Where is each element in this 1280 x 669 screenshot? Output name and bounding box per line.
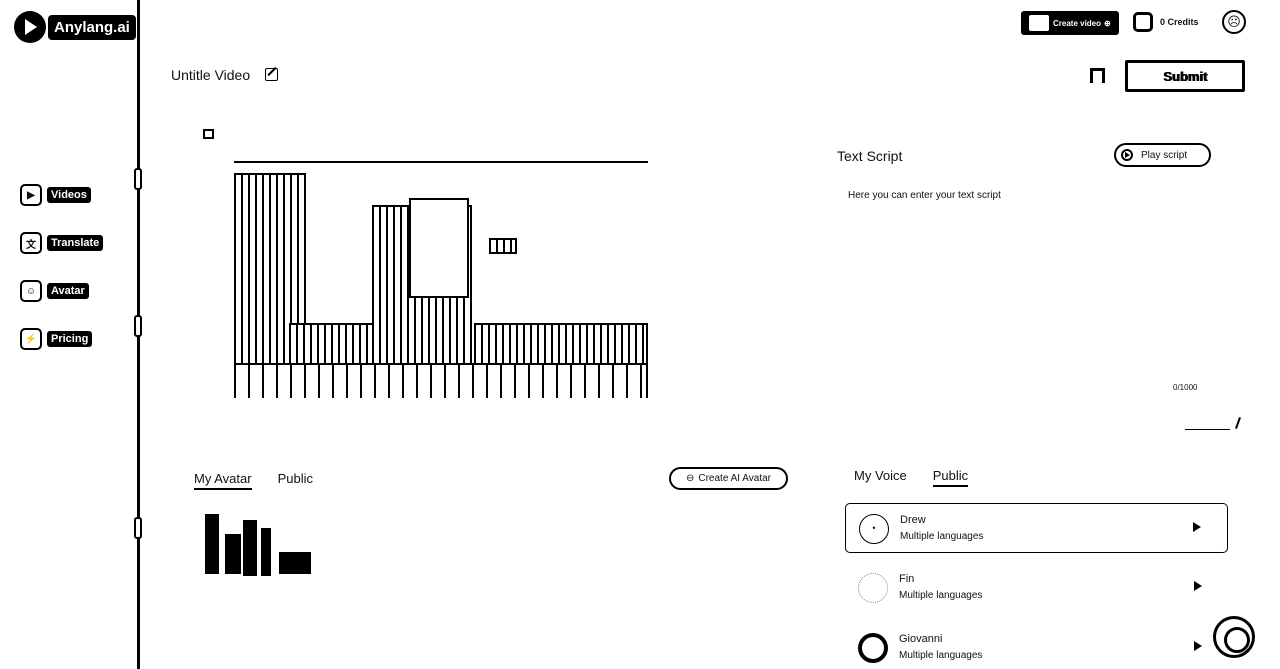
voice-item-drew[interactable]: • Drew Multiple languages (845, 503, 1228, 553)
script-input[interactable] (838, 182, 1246, 432)
tab-public-voice[interactable]: Public (932, 468, 969, 487)
voice-languages: Multiple languages (900, 531, 984, 542)
app-name: Anylang.ai (48, 14, 136, 40)
character-counter: 0/1000 (1173, 383, 1198, 392)
create-ai-avatar-button[interactable]: ⊖ Create AI Avatar (669, 467, 788, 490)
monitor-icon (203, 129, 214, 139)
voice-avatar (858, 573, 888, 603)
play-script-button[interactable]: Play script (1114, 143, 1211, 167)
sidebar-resize-handle[interactable] (134, 168, 142, 190)
voice-item-giovanni[interactable]: Giovanni Multiple languages (845, 623, 1228, 669)
voice-languages: Multiple languages (899, 590, 983, 601)
app-logo[interactable]: Anylang.ai (14, 11, 136, 43)
sidebar-item-label: Videos (47, 187, 91, 203)
play-icon[interactable] (1194, 581, 1202, 591)
voice-tabs: My Voice Public (854, 468, 969, 487)
voice-name: Drew (900, 514, 926, 526)
sidebar-item-pricing[interactable]: ⚡ Pricing (20, 328, 93, 350)
sidebar-item-label: Pricing (47, 331, 93, 347)
sidebar-resize-handle[interactable] (134, 315, 142, 337)
sidebar-item-translate[interactable]: 文 Translate (20, 232, 104, 254)
user-avatar[interactable]: ☹ (1222, 10, 1246, 34)
voice-languages: Multiple languages (899, 650, 983, 661)
play-icon[interactable] (1193, 522, 1201, 532)
voice-avatar: • (859, 514, 889, 544)
avatar-icon: ☺ (20, 280, 42, 302)
save-icon[interactable] (1090, 68, 1105, 83)
logo-icon (14, 11, 46, 43)
voice-name: Giovanni (899, 633, 943, 645)
tab-my-avatar[interactable]: My Avatar (194, 471, 252, 490)
sidebar-item-videos[interactable]: ▶ Videos (20, 184, 91, 206)
sidebar-item-label: Avatar (47, 283, 89, 299)
voice-avatar (858, 633, 888, 663)
sidebar-resize-handle[interactable] (134, 517, 142, 539)
user-plus-icon: ⊖ (685, 473, 695, 484)
tab-public-avatar[interactable]: Public (278, 471, 313, 490)
play-icon: ▶ (20, 184, 42, 206)
play-script-label: Play script (1141, 149, 1188, 161)
plus-icon: ⊕ (1104, 18, 1111, 28)
voice-name: Fin (899, 573, 915, 585)
credits-label: 0 Credits (1160, 17, 1199, 27)
create-ai-avatar-label: Create AI Avatar (698, 473, 772, 484)
film-icon (1029, 15, 1049, 31)
create-video-label: Create video (1053, 18, 1102, 28)
play-icon[interactable] (1194, 641, 1202, 651)
sidebar-item-label: Translate (47, 235, 104, 251)
video-preview[interactable] (234, 161, 648, 398)
create-video-button[interactable]: Create video ⊕ (1021, 11, 1119, 35)
lightning-icon: ⚡ (20, 328, 42, 350)
tab-my-voice[interactable]: My Voice (854, 468, 907, 487)
avatar-tabs: My Avatar Public (194, 471, 313, 490)
avatar-card[interactable] (203, 514, 313, 576)
text-script-title: Text Script (837, 148, 903, 164)
edit-icon[interactable] (265, 68, 278, 81)
video-title: Untitle Video (171, 67, 251, 83)
credits-indicator[interactable]: 0 Credits (1133, 11, 1199, 33)
credits-icon (1133, 12, 1153, 32)
submit-button[interactable]: Submit (1125, 60, 1245, 92)
script-divider (1185, 429, 1230, 430)
support-chat-icon[interactable] (1213, 616, 1255, 658)
sidebar: Anylang.ai ▶ Videos 文 Translate ☺ Avatar… (0, 0, 140, 669)
translate-icon: 文 (20, 232, 42, 254)
voice-item-fin[interactable]: Fin Multiple languages (845, 563, 1228, 613)
sidebar-item-avatar[interactable]: ☺ Avatar (20, 280, 89, 302)
play-icon (1121, 149, 1133, 161)
